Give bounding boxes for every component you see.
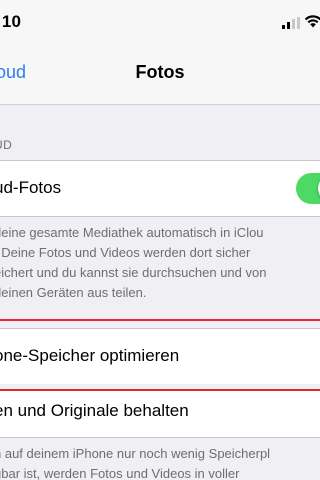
cellular-signal-icon: [282, 17, 300, 29]
keep-originals-label: en und Originale behalten: [0, 401, 189, 420]
footer-line: deine gesamte Mediathek automatisch in i…: [0, 225, 264, 240]
footer-line: deinen Geräten aus teilen.: [0, 285, 147, 300]
footer-line: . Deine Fotos und Videos werden dort sic…: [0, 245, 251, 260]
storage-options-footer: n auf deinem iPhone nur noch wenig Speic…: [0, 444, 320, 480]
keep-originals-option[interactable]: en und Originale behalten: [0, 391, 320, 438]
optimize-storage-option[interactable]: one-Speicher optimieren: [0, 328, 320, 384]
icloud-photos-label: ud-Fotos: [0, 178, 62, 197]
settings-screen: :10 oud Fotos UD ud-Fotos deine gesamte …: [0, 0, 320, 480]
back-button[interactable]: oud: [0, 62, 26, 83]
optimize-storage-label: one-Speicher optimieren: [0, 346, 180, 365]
page-title-container: Fotos: [0, 62, 320, 83]
footer-line: n auf deinem iPhone nur noch wenig Speic…: [0, 446, 271, 461]
icloud-photos-footer: deine gesamte Mediathek automatisch in i…: [0, 223, 320, 303]
status-time: :10: [0, 12, 22, 31]
footer-line: gbar ist, werden Fotos und Videos in vol…: [0, 466, 240, 480]
icloud-photos-cell: ud-Fotos: [0, 160, 320, 217]
navigation-bar: oud Fotos: [0, 44, 320, 105]
highlight-line-top: [0, 319, 320, 321]
status-bar: :10: [0, 0, 320, 44]
page-title: Fotos: [135, 62, 185, 82]
section-header: UD: [0, 138, 13, 152]
footer-line: eichert und du kannst sie durchsuchen un…: [0, 265, 267, 280]
icloud-photos-toggle[interactable]: [296, 173, 320, 204]
wifi-icon: [304, 15, 320, 28]
